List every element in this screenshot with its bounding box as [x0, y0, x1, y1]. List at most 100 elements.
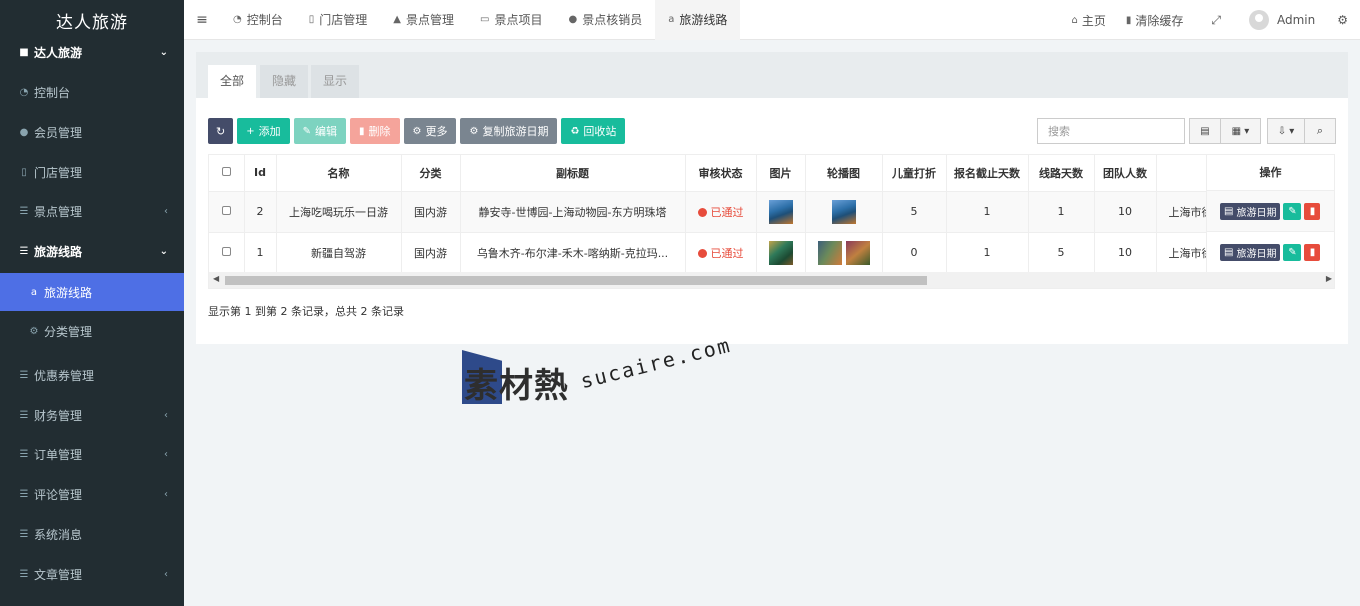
- delete-button[interactable]: ▮ 删除: [350, 118, 400, 144]
- col-subtitle[interactable]: 副标题: [460, 155, 686, 192]
- list-icon: ☰: [19, 528, 29, 540]
- home-link[interactable]: ⌂ 主页: [1061, 12, 1115, 29]
- scroll-right-icon[interactable]: ▶: [1326, 274, 1332, 283]
- clear-cache-button[interactable]: ▮ 清除缓存: [1116, 12, 1194, 29]
- dashboard-icon: ◔: [233, 14, 242, 25]
- edit-button[interactable]: ✎ 编辑: [293, 118, 346, 144]
- search-toggle-icon[interactable]: ⌕: [1304, 118, 1336, 144]
- col-carousel[interactable]: 轮播图: [805, 155, 883, 192]
- cell-image: [756, 232, 806, 274]
- col-status[interactable]: 审核状态: [685, 155, 757, 192]
- chevron-left-icon: ‹: [164, 409, 168, 421]
- menu-toggle-icon[interactable]: ≡: [184, 12, 220, 28]
- sidebar-item-categories[interactable]: ⚙ 分类管理: [0, 312, 184, 350]
- tab-stores[interactable]: ▯ 门店管理: [296, 0, 381, 40]
- sidebar-item-routes[interactable]: a 旅游线路: [0, 273, 184, 311]
- sidebar-item-dareen-travel[interactable]: ■ 达人旅游 ⌄: [0, 33, 184, 71]
- col-route-days[interactable]: 线路天数: [1028, 155, 1095, 192]
- search-input[interactable]: 搜索: [1037, 118, 1185, 144]
- sidebar-item-dashboard[interactable]: ◔ 控制台: [0, 73, 184, 111]
- delete-row-button[interactable]: ▮: [1304, 243, 1321, 261]
- tab-dashboard[interactable]: ◔ 控制台: [220, 0, 296, 40]
- route-dates-button[interactable]: ▤ 旅游日期: [1220, 202, 1281, 220]
- chevron-down-icon: ⌄: [159, 46, 168, 58]
- sidebar-item-articles[interactable]: ☰ 文章管理 ‹: [0, 555, 184, 593]
- sidebar-item-routes-group[interactable]: ☰ 旅游线路 ⌄: [0, 232, 184, 270]
- sidebar: 达人旅游 ■ 达人旅游 ⌄ ◔ 控制台 ● 会员管理 ▯ 门店管理 ☰ 景点管理…: [0, 0, 184, 606]
- tab-all[interactable]: 全部: [208, 65, 257, 98]
- sidebar-item-attractions[interactable]: ☰ 景点管理 ‹: [0, 192, 184, 230]
- row-actions: ▤ 旅游日期 ✎ ▮: [1207, 191, 1334, 232]
- user-icon: ●: [568, 14, 578, 25]
- row-checkbox[interactable]: [209, 232, 245, 274]
- route-dates-button[interactable]: ▤ 旅游日期: [1220, 243, 1281, 261]
- cell-deadline-days: 1: [946, 191, 1029, 233]
- scrollbar-thumb[interactable]: [225, 276, 927, 285]
- tab-verifiers[interactable]: ● 景点核销员: [555, 0, 655, 40]
- route-dates-label: 旅游日期: [1236, 207, 1277, 219]
- col-team-size[interactable]: 团队人数: [1094, 155, 1157, 192]
- recycle-icon: ♻: [570, 125, 580, 137]
- main-panel: 全部 隐藏 显示 ↻ + 添加 ✎ 编辑 ▮ 删除 ⚙ 更多 ⚙ 复制旅游日期 …: [196, 52, 1348, 344]
- cell-status: 已通过: [685, 191, 757, 233]
- trash-icon: ▮: [1125, 14, 1132, 26]
- col-id[interactable]: Id: [244, 155, 277, 192]
- delete-row-button[interactable]: ▮: [1304, 202, 1321, 220]
- table-row[interactable]: 2 上海吃喝玩乐一日游 国内游 静安寺-世博园-上海动物园-东方明珠塔 已通过 …: [209, 191, 1334, 233]
- tab-attractions[interactable]: ▲ 景点管理: [380, 0, 467, 40]
- tab-visible[interactable]: 显示: [311, 65, 360, 98]
- row-checkbox[interactable]: [209, 191, 245, 233]
- gears-icon[interactable]: ⚙: [1331, 13, 1360, 27]
- list-icon: ☰: [19, 369, 29, 381]
- export-dropdown-icon[interactable]: ⇩ ▾: [1267, 118, 1305, 144]
- sidebar-item-label: 文章管理: [34, 567, 83, 582]
- col-category[interactable]: 分类: [401, 155, 461, 192]
- sidebar-item-label: 达人旅游: [34, 45, 83, 60]
- horizontal-scrollbar[interactable]: ◀ ▶: [209, 272, 1334, 288]
- table-row[interactable]: 1 新疆自驾游 国内游 乌鲁木齐-布尔津-禾木-喀纳斯-克拉玛... 已通过 0…: [209, 232, 1334, 274]
- route-image-thumbnail[interactable]: [768, 199, 793, 224]
- more-button[interactable]: ⚙ 更多: [403, 118, 457, 144]
- cell-name: 上海吃喝玩乐一日游: [276, 191, 402, 233]
- carousel-thumbnail[interactable]: [831, 199, 856, 224]
- sidebar-item-coupons[interactable]: ☰ 优惠券管理: [0, 356, 184, 394]
- copy-dates-button[interactable]: ⚙ 复制旅游日期: [460, 118, 558, 144]
- sidebar-item-label: 分类管理: [44, 324, 93, 339]
- col-deadline-days[interactable]: 报名截止天数: [946, 155, 1029, 192]
- gears-icon: ⚙: [29, 325, 39, 337]
- edit-row-button[interactable]: ✎: [1283, 202, 1302, 220]
- col-name[interactable]: 名称: [276, 155, 402, 192]
- col-child-discount[interactable]: 儿童打折: [882, 155, 947, 192]
- carousel-thumbnail[interactable]: [817, 240, 842, 265]
- edit-row-button[interactable]: ✎: [1283, 243, 1302, 261]
- recycle-bin-button[interactable]: ♻ 回收站: [561, 118, 626, 144]
- scroll-left-icon[interactable]: ◀: [213, 274, 219, 283]
- cell-category: 国内游: [401, 191, 461, 233]
- building-icon: ▯: [308, 14, 315, 25]
- sidebar-item-finance[interactable]: ☰ 财务管理 ‹: [0, 396, 184, 434]
- sidebar-item-reviews[interactable]: ☰ 评论管理 ‹: [0, 475, 184, 513]
- carousel-thumbnail[interactable]: [845, 240, 870, 265]
- col-image[interactable]: 图片: [756, 155, 806, 192]
- list-icon: ☰: [19, 488, 29, 500]
- fullscreen-icon[interactable]: ⤢: [1193, 13, 1239, 28]
- route-image-thumbnail[interactable]: [768, 240, 793, 265]
- sidebar-item-messages[interactable]: ☰ 系统消息: [0, 515, 184, 553]
- home-icon: ⌂: [1071, 14, 1078, 26]
- toggle-view-icon[interactable]: ▤: [1189, 118, 1221, 144]
- sidebar-item-label: 会员管理: [34, 125, 83, 140]
- sidebar-item-orders[interactable]: ☰ 订单管理 ‹: [0, 435, 184, 473]
- user-menu[interactable]: Admin: [1239, 10, 1331, 30]
- tab-routes[interactable]: a 旅游线路: [655, 0, 741, 40]
- tab-hidden[interactable]: 隐藏: [260, 65, 309, 98]
- sidebar-item-members[interactable]: ● 会员管理: [0, 113, 184, 151]
- select-all-checkbox[interactable]: [209, 155, 245, 192]
- list-icon: ☰: [19, 448, 29, 460]
- pagination-info: 显示第 1 到第 2 条记录，总共 2 条记录: [208, 305, 404, 318]
- add-button[interactable]: + 添加: [237, 118, 290, 144]
- tab-attraction-items[interactable]: ▭ 景点项目: [467, 0, 555, 40]
- data-table: Id 名称 分类 副标题 审核状态 图片 轮播图 儿童打折 报名截止天数 线路天…: [208, 154, 1335, 289]
- columns-dropdown-icon[interactable]: ▦ ▾: [1221, 118, 1261, 144]
- sidebar-item-stores[interactable]: ▯ 门店管理: [0, 153, 184, 191]
- refresh-button[interactable]: ↻: [208, 118, 234, 144]
